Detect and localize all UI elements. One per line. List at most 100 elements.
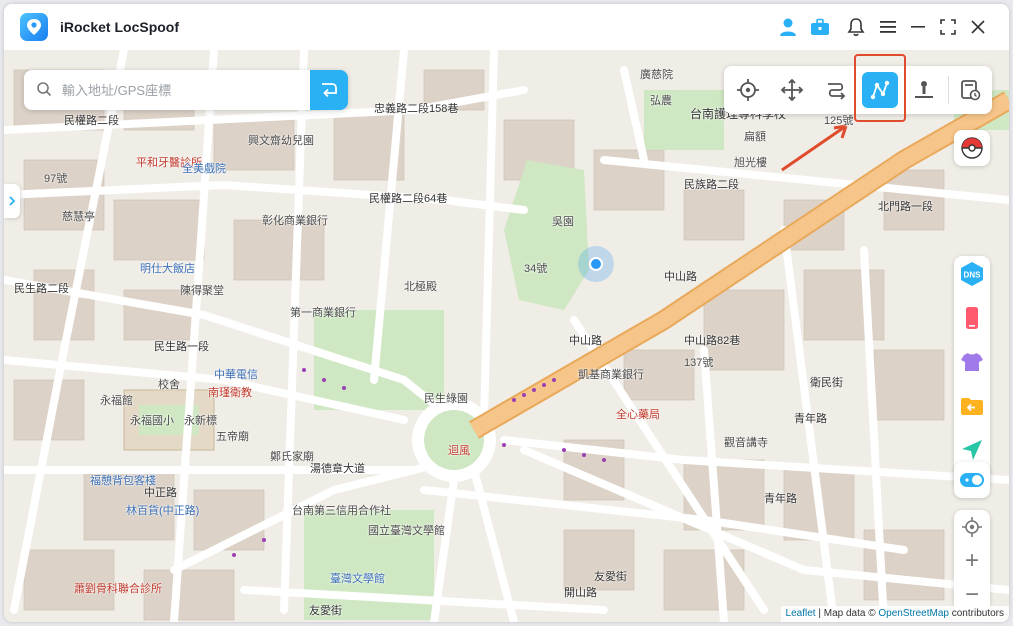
multi-spot-route-icon xyxy=(870,80,890,100)
attribution-suffix: contributors xyxy=(948,608,1004,619)
send-location-icon xyxy=(962,440,982,460)
toolbar-divider xyxy=(948,76,949,104)
map-label: 明仕大飯店 xyxy=(140,263,195,275)
map-label: 永新標 xyxy=(184,415,217,427)
map-label: 台南第三信用合作社 xyxy=(292,505,391,517)
toggle-button[interactable] xyxy=(954,462,990,498)
map-label: 民生路二段 xyxy=(14,283,69,295)
map-label: 凱基商業銀行 xyxy=(578,369,644,381)
dns-icon: DNS xyxy=(961,262,983,286)
attribution-text: | Map data © xyxy=(815,608,879,619)
app-window: iRocket LocSpoof 忠義路二段158巷 民權路二段64巷 民權路二… xyxy=(4,4,1009,622)
map-label: 陳得聚堂 xyxy=(180,285,224,297)
map-label: 南瑾衛教 xyxy=(208,387,252,399)
minimize-icon[interactable] xyxy=(906,15,930,39)
search-go-button[interactable] xyxy=(310,70,348,110)
pokemon-button[interactable] xyxy=(954,130,990,166)
menu-icon[interactable] xyxy=(876,15,900,39)
import-folder-icon xyxy=(961,398,983,415)
multi-spot-mode-button[interactable] xyxy=(862,72,898,108)
map-attribution: Leaflet | Map data © OpenStreetMap contr… xyxy=(780,606,1009,622)
osm-link[interactable]: OpenStreetMap xyxy=(878,608,949,619)
map-label: 97號 xyxy=(44,173,68,185)
map-label: 開山路 xyxy=(564,587,597,599)
device-button[interactable] xyxy=(958,304,986,332)
chevron-right-icon xyxy=(9,196,16,206)
map-label: 蕭劉骨科聯合診所 xyxy=(74,583,162,595)
map-label: 鄭氏家廟 xyxy=(270,451,314,463)
history-button[interactable] xyxy=(952,72,988,108)
map-label: 弘農 xyxy=(650,95,672,107)
search-bar xyxy=(24,70,348,110)
expand-panel-button[interactable] xyxy=(4,184,20,218)
map-label: 彰化商業銀行 xyxy=(262,215,328,227)
map-label: 旭光樓 xyxy=(734,157,767,169)
toolbox-icon[interactable] xyxy=(808,15,832,39)
phone-icon xyxy=(966,307,978,329)
map-label: 校舍 xyxy=(158,379,180,391)
map-label: 五帝廟 xyxy=(216,431,249,443)
zoom-in-button[interactable]: + xyxy=(954,544,990,578)
map-label: 福憩背包客棧 xyxy=(90,475,156,487)
map-label: 中山路 xyxy=(664,271,697,283)
map-label: 34號 xyxy=(524,263,548,275)
map-label: 民族路二段 xyxy=(684,179,739,191)
title-bar: iRocket LocSpoof xyxy=(4,4,1009,50)
map-label: 永福館 xyxy=(100,395,133,407)
crosshair-icon xyxy=(737,79,759,101)
map-label: 吳園 xyxy=(552,216,574,228)
user-icon[interactable] xyxy=(776,15,800,39)
map-label: 民權路二段64巷 xyxy=(369,193,448,205)
current-location-marker[interactable] xyxy=(578,246,614,282)
joystick-mode-button[interactable] xyxy=(774,72,810,108)
map-label: 全美戲院 xyxy=(182,163,226,175)
map-label: 友愛街 xyxy=(594,571,627,583)
bell-icon[interactable] xyxy=(844,15,868,39)
map-label: 林百貨(中正路) xyxy=(126,505,200,517)
teleport-mode-button[interactable] xyxy=(730,72,766,108)
pokeball-icon xyxy=(961,137,983,159)
map-view[interactable]: 忠義路二段158巷 民權路二段64巷 民權路二段 民族路二段 民生路二段 民生路… xyxy=(4,50,1009,622)
jump-teleport-mode-button[interactable] xyxy=(906,72,942,108)
dns-button[interactable]: DNS xyxy=(958,260,986,288)
side-tool-panel: DNS xyxy=(954,256,990,488)
map-label: 永福國小 xyxy=(130,415,174,427)
send-location-button[interactable] xyxy=(958,436,986,464)
map-label: 第一商業銀行 xyxy=(290,307,356,319)
two-spot-mode-button[interactable] xyxy=(818,72,854,108)
map-label: 廣慈院 xyxy=(640,69,673,81)
map-label: 中山路 xyxy=(569,335,602,347)
map-label: 興文齋幼兒園 xyxy=(248,135,314,147)
skin-button[interactable] xyxy=(958,348,986,376)
map-label: 湯德章大道 xyxy=(310,463,365,475)
map-label: 125號 xyxy=(824,115,854,127)
map-label: 慈慧亭 xyxy=(62,211,95,223)
move-arrows-icon xyxy=(780,78,804,102)
map-label: 民生綠園 xyxy=(424,393,468,405)
close-icon[interactable] xyxy=(966,15,990,39)
map-label: 臺灣文學館 xyxy=(330,573,385,585)
search-input[interactable] xyxy=(62,78,302,102)
app-logo-icon xyxy=(20,13,48,41)
history-icon xyxy=(961,80,981,101)
map-label: 中華電信 xyxy=(214,369,258,381)
app-title: iRocket LocSpoof xyxy=(60,19,180,35)
leaflet-link[interactable]: Leaflet xyxy=(786,608,816,619)
map-label: 衛民街 xyxy=(810,377,843,389)
locate-button[interactable] xyxy=(954,510,990,544)
map-label: 友愛街 xyxy=(309,605,342,617)
map-label: 青年路 xyxy=(764,493,797,505)
map-label: 民生路一段 xyxy=(154,341,209,353)
map-label: 民權路二段 xyxy=(64,115,119,127)
map-label: 北門路一段 xyxy=(878,201,933,213)
locate-icon xyxy=(962,517,982,537)
map-label: 觀音講寺 xyxy=(724,437,768,449)
fullscreen-icon[interactable] xyxy=(936,15,960,39)
import-button[interactable] xyxy=(958,392,986,420)
map-label: 中山路82巷 xyxy=(684,335,741,347)
two-spot-route-icon xyxy=(828,83,846,100)
map-label: 迴風 xyxy=(448,445,470,457)
map-label: 國立臺灣文學館 xyxy=(368,525,445,537)
map-label: 扁額 xyxy=(744,131,766,143)
map-tiles xyxy=(4,50,1009,622)
